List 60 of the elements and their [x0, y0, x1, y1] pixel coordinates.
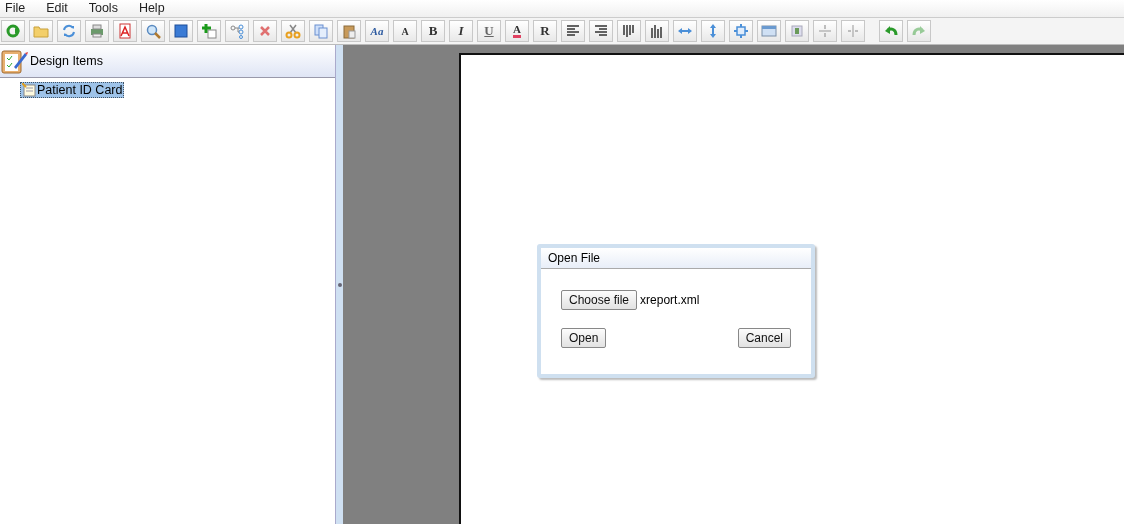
toolbar-button[interactable]: [673, 20, 697, 42]
format-button[interactable]: U: [477, 20, 501, 42]
toolbar-button[interactable]: [729, 20, 753, 42]
dialog-button[interactable]: Open: [561, 328, 607, 348]
toolbar-button[interactable]: [197, 20, 221, 42]
toolbar-button[interactable]: [85, 20, 109, 42]
toolbar-button[interactable]: [57, 20, 81, 42]
clipboard-icon: [0, 47, 28, 75]
bars-bottom-icon: [649, 23, 665, 39]
align-left-icon: [565, 23, 581, 39]
menu-item[interactable]: Tools: [83, 0, 126, 17]
bars-top-icon: [621, 23, 637, 39]
toolbar-button[interactable]: [1, 20, 25, 42]
toolbar-button[interactable]: [645, 20, 669, 42]
toolbar-button[interactable]: [879, 20, 903, 42]
align-right-icon: [593, 23, 609, 39]
h-split-icon: [817, 23, 833, 39]
zoom-icon: [145, 23, 161, 39]
dialog-button[interactable]: Cancel: [737, 328, 791, 348]
tree-icon: [229, 23, 245, 39]
image-icon: [789, 23, 805, 39]
toolbar-button[interactable]: [785, 20, 809, 42]
document-icon: [22, 83, 36, 97]
square-icon: [173, 23, 189, 39]
refresh-icon: [61, 23, 77, 39]
toolbar-button[interactable]: [701, 20, 725, 42]
dialog-title: Open File: [541, 248, 811, 269]
format-button[interactable]: R: [533, 20, 557, 42]
pdf-icon: [117, 23, 133, 39]
toolbar-button[interactable]: [169, 20, 193, 42]
tree-item[interactable]: Patient ID Card: [20, 82, 125, 98]
target-icon: [733, 23, 749, 39]
add-icon: [201, 23, 217, 39]
cut-icon: [285, 23, 301, 39]
choose-file-button[interactable]: Choose file: [561, 290, 638, 310]
menu-item[interactable]: Help: [133, 0, 173, 17]
toolbar-button[interactable]: [113, 20, 137, 42]
toolbar-button[interactable]: [757, 20, 781, 42]
format-button[interactable]: B: [421, 20, 445, 42]
window-icon: [761, 23, 777, 39]
toolbar-button[interactable]: [253, 20, 277, 42]
print-icon: [89, 23, 105, 39]
format-button[interactable]: I: [449, 20, 473, 42]
toolbar-button[interactable]: [281, 20, 305, 42]
paste-icon: [341, 23, 357, 39]
format-button[interactable]: A: [393, 20, 417, 42]
toolbar-button[interactable]: [589, 20, 613, 42]
format-button[interactable]: Aa: [365, 20, 389, 42]
menu-item[interactable]: File: [0, 0, 34, 17]
v-split-icon: [845, 23, 861, 39]
menu-item[interactable]: Edit: [41, 0, 76, 17]
file-name: xreport.xml: [640, 293, 700, 307]
copy-icon: [313, 23, 329, 39]
toolbar-button[interactable]: [337, 20, 361, 42]
format-button[interactable]: A: [505, 20, 529, 42]
toolbar-button[interactable]: [561, 20, 585, 42]
toolbar-button[interactable]: [141, 20, 165, 42]
toolbar-button[interactable]: [617, 20, 641, 42]
folder-icon: [33, 23, 49, 39]
panel-title: Design Items: [30, 54, 103, 68]
